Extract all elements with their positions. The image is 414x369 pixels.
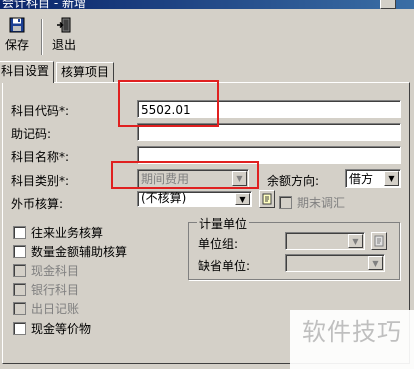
checkbox-daily-journal[interactable]: 出日记账	[13, 300, 79, 317]
exit-door-icon	[57, 17, 71, 33]
checkbox-box	[13, 245, 26, 258]
checkbox-quantity-amount[interactable]: 数量金额辅助核算	[13, 243, 127, 260]
unit-group-label: 单位组:	[198, 237, 239, 251]
checkbox-label: 现金科目	[31, 264, 80, 278]
checkbox-bank-account[interactable]: 银行科目	[13, 281, 79, 298]
checkbox-current-account[interactable]: 往来业务核算	[13, 224, 103, 241]
exit-button[interactable]: 退出	[49, 17, 79, 53]
default-unit-select[interactable]: ▼	[285, 254, 385, 272]
document-lookup-icon	[374, 235, 384, 247]
checkbox-box	[13, 226, 26, 239]
save-label: 保存	[4, 38, 29, 52]
unit-lookup-button[interactable]	[371, 232, 387, 250]
currency-label: 外币核算:	[11, 197, 64, 211]
mnemonic-label: 助记码:	[11, 127, 52, 141]
floppy-disk-icon	[9, 17, 25, 33]
checkbox-box	[13, 302, 26, 315]
unit-group-select[interactable]: ▼	[285, 232, 365, 250]
tab-strip: 科目设置 核算项目	[0, 61, 414, 83]
watermark: 软件技巧	[290, 310, 414, 369]
checkbox-label: 银行科目	[31, 283, 80, 297]
period-end-adjust-label: 期末调汇	[297, 196, 346, 210]
account-code-label: 科目代码*:	[11, 104, 70, 118]
account-name-label: 科目名称*:	[11, 150, 70, 164]
checkbox-cash-equivalent[interactable]: 现金等价物	[13, 320, 91, 337]
balance-direction-label: 余额方向:	[267, 174, 320, 188]
checkbox-label: 出日记账	[31, 302, 80, 316]
highlight-box-category	[111, 161, 259, 189]
account-category-label: 科目类别*:	[11, 174, 70, 188]
currency-value: (不核算)	[141, 191, 187, 205]
checkbox-box	[13, 322, 26, 335]
chevron-down-icon[interactable]: ▼	[368, 256, 383, 270]
tab-accounting-items[interactable]: 核算项目	[56, 62, 115, 82]
checkbox-label: 往来业务核算	[31, 226, 104, 240]
chevron-down-icon[interactable]: ▼	[384, 171, 399, 186]
balance-direction-value: 借方	[349, 172, 374, 186]
unit-group-title: 计量单位	[197, 215, 250, 232]
balance-direction-select[interactable]: 借方 ▼	[345, 169, 401, 188]
document-lookup-icon	[262, 193, 272, 205]
currency-lookup-button[interactable]	[259, 190, 275, 208]
exit-label: 退出	[51, 38, 76, 52]
currency-select[interactable]: (不核算) ▼	[137, 191, 252, 207]
toolbar-separator	[41, 19, 43, 55]
toolbar: 保存 退出	[0, 9, 414, 59]
checkbox-label: 现金等价物	[31, 322, 92, 336]
checkbox-cash-account[interactable]: 现金科目	[13, 262, 79, 279]
default-unit-label: 缺省单位:	[198, 259, 251, 273]
checkbox-box	[13, 283, 26, 296]
window-title: 会计科目 - 新增	[2, 0, 86, 9]
checkbox-box	[279, 196, 292, 209]
highlight-box-code	[118, 80, 219, 127]
unit-groupbox: 计量单位 单位组: ▼ 缺省单位: ▼	[188, 215, 400, 280]
checkbox-label: 数量金额辅助核算	[31, 245, 128, 259]
period-end-adjust-checkbox[interactable]: 期末调汇	[279, 194, 345, 211]
chevron-down-icon[interactable]: ▼	[235, 193, 250, 205]
tab-account-settings[interactable]: 科目设置	[0, 61, 55, 83]
chevron-down-icon[interactable]: ▼	[348, 234, 363, 248]
title-bar: 会计科目 - 新增	[0, 0, 414, 9]
checkbox-box	[13, 264, 26, 277]
close-button[interactable]	[380, 0, 396, 9]
save-button[interactable]: 保存	[2, 17, 32, 53]
